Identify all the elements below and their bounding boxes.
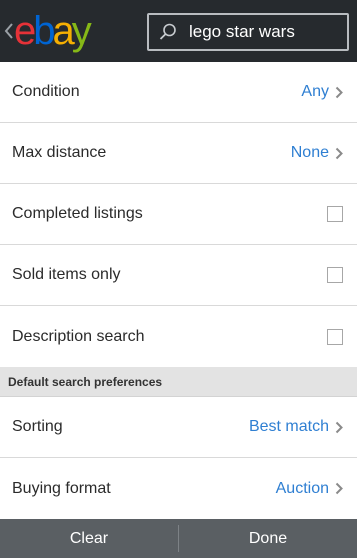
chevron-right-icon <box>335 482 345 496</box>
row-value: Any <box>301 83 329 100</box>
search-query-text: lego star wars <box>189 22 295 41</box>
buying-format-row[interactable]: Buying format Auction <box>0 458 357 519</box>
sorting-row[interactable]: Sorting Best match <box>0 397 357 458</box>
sold-items-only-row[interactable]: Sold items only <box>0 245 357 306</box>
row-value-group: Any <box>301 83 345 101</box>
logo-letter: y <box>71 9 92 53</box>
description-search-row[interactable]: Description search <box>0 306 357 367</box>
search-input[interactable]: lego star wars <box>147 13 349 51</box>
row-label: Sorting <box>12 418 63 435</box>
chevron-right-icon <box>335 85 345 99</box>
chevron-right-icon <box>335 146 345 160</box>
row-label: Sold items only <box>12 266 121 283</box>
row-value: Best match <box>248 418 329 435</box>
row-label: Buying format <box>12 479 111 497</box>
max-distance-row[interactable]: Max distance None <box>0 123 357 184</box>
section-header: Default search preferences <box>0 367 357 397</box>
row-value-group: None <box>291 144 345 162</box>
completed-listings-checkbox[interactable] <box>327 206 343 222</box>
done-button[interactable]: Done <box>179 519 357 558</box>
row-label: Completed listings <box>12 205 143 222</box>
completed-listings-row[interactable]: Completed listings <box>0 184 357 245</box>
description-search-checkbox[interactable] <box>327 328 343 345</box>
logo-letter: a <box>52 9 75 53</box>
chevron-right-icon <box>335 420 345 434</box>
logo-letter: e <box>14 9 36 53</box>
filter-list: Condition Any Max distance None Complete… <box>0 62 357 519</box>
row-label: Condition <box>12 83 80 100</box>
ebay-logo[interactable]: e b a y <box>14 0 92 62</box>
section-title: Default search preferences <box>8 374 163 389</box>
app-header: e b a y lego star wars <box>0 0 357 62</box>
logo-letter: b <box>33 9 55 53</box>
row-label: Description search <box>12 327 145 345</box>
search-icon <box>149 15 187 49</box>
sold-items-only-checkbox[interactable] <box>327 267 343 283</box>
row-value-group: Auction <box>276 480 345 498</box>
row-value: Auction <box>275 479 329 497</box>
chevron-left-icon[interactable] <box>0 0 14 62</box>
clear-button[interactable]: Clear <box>0 519 178 558</box>
row-value-group: Best match <box>249 418 345 436</box>
row-value: None <box>290 144 329 161</box>
row-label: Max distance <box>12 144 107 161</box>
condition-row[interactable]: Condition Any <box>0 62 357 123</box>
action-bar: Clear Done <box>0 519 357 558</box>
